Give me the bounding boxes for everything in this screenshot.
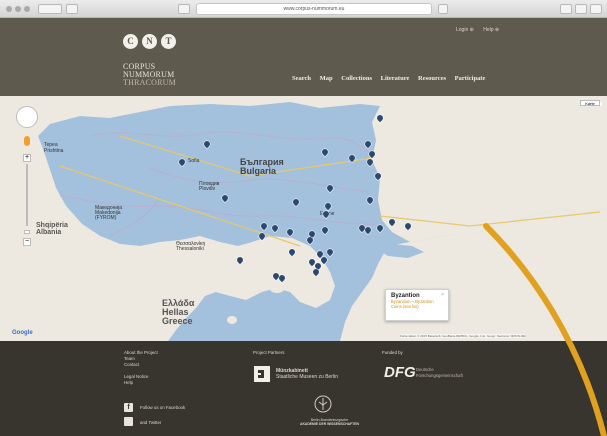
nav-literature[interactable]: Literature bbox=[381, 75, 410, 82]
browser-toolbar: www.corpus-nummorum.eu bbox=[0, 0, 607, 18]
bbaw-emblem-icon bbox=[314, 395, 332, 413]
label-sofia: Sofia bbox=[188, 158, 200, 164]
minimize-window-button[interactable] bbox=[15, 6, 21, 12]
nav-collections[interactable]: Collections bbox=[341, 75, 372, 82]
zoom-slider-handle[interactable] bbox=[24, 230, 30, 234]
map-type-control[interactable]: Karte bbox=[580, 100, 600, 106]
label-greece: Ελλάδα Hellas Greece bbox=[162, 298, 195, 326]
label-bulgaria: България Bulgaria bbox=[240, 157, 284, 176]
new-tab-icon[interactable] bbox=[590, 4, 602, 14]
pan-control[interactable] bbox=[16, 106, 38, 128]
nav-map[interactable]: Map bbox=[320, 75, 333, 82]
reader-icon[interactable] bbox=[178, 4, 190, 14]
share-icon[interactable] bbox=[560, 4, 572, 14]
nav-participate[interactable]: Participate bbox=[455, 75, 486, 82]
dfg-logo[interactable]: DFG bbox=[384, 364, 416, 381]
dfg-text: Deutsche Forschungsgemeinschaft bbox=[416, 367, 463, 379]
muenzkabinett-subtitle: Staatliche Museen zu Berlin bbox=[276, 374, 338, 380]
zoom-out-button[interactable]: − bbox=[23, 238, 31, 246]
nav-search[interactable]: Search bbox=[292, 75, 311, 82]
login-link[interactable]: Login ⊕ bbox=[456, 27, 474, 33]
mint-popup: × Byzantion Byzantium – Byzantion Coins … bbox=[385, 289, 449, 321]
address-bar[interactable]: www.corpus-nummorum.eu bbox=[196, 3, 432, 15]
logo-line-3: THRACORUM bbox=[123, 78, 176, 87]
map-attribution[interactable]: Kartendaten © 2015 Basarsoft, GeoBasis-D… bbox=[400, 334, 526, 338]
map-tiles bbox=[0, 96, 607, 341]
site-header bbox=[0, 18, 607, 96]
zoom-slider-track[interactable] bbox=[26, 164, 28, 226]
muenzkabinett-text: Münzkabinett Staatliche Museen zu Berlin bbox=[276, 368, 338, 380]
popup-link[interactable]: Coins (see list) bbox=[391, 304, 443, 309]
bbaw-line-2: AKADEMIE DER WISSENSCHAFTEN bbox=[300, 422, 359, 426]
street-view-pegman-icon[interactable] bbox=[24, 136, 30, 146]
logo-coin-t[interactable]: T bbox=[161, 34, 176, 49]
dfg-line-2: Forschungsgemeinschaft bbox=[416, 373, 463, 378]
bbaw-logo[interactable]: Berlin-Brandenburgische AKADEMIE DER WIS… bbox=[300, 418, 359, 426]
main-navigation: Search Map Collections Literature Resour… bbox=[292, 75, 492, 82]
tabs-icon[interactable] bbox=[575, 4, 587, 14]
label-albania: Shqipëria Albania bbox=[36, 222, 68, 236]
close-window-button[interactable] bbox=[6, 6, 12, 12]
sidebar-toggle-button[interactable] bbox=[66, 4, 78, 14]
reload-icon[interactable] bbox=[438, 4, 448, 14]
logo-coin-n[interactable]: N bbox=[142, 34, 157, 49]
google-logo: Google bbox=[12, 330, 33, 336]
twitter-link[interactable]: and Twitter bbox=[140, 420, 161, 425]
nav-resources[interactable]: Resources bbox=[418, 75, 446, 82]
zoom-in-button[interactable]: + bbox=[23, 154, 31, 162]
funded-heading: Funded by bbox=[382, 350, 403, 355]
twitter-icon[interactable] bbox=[124, 417, 133, 426]
label-plovdiv: Пловдив Plovdiv bbox=[199, 181, 220, 192]
user-links: Login ⊕ Help ⊕ bbox=[456, 27, 507, 33]
back-forward-buttons[interactable] bbox=[38, 4, 62, 14]
footer-links: About the Project Team Contact Legal Not… bbox=[124, 350, 158, 386]
muenzkabinett-logo[interactable] bbox=[254, 366, 270, 382]
mint-map[interactable]: Tepea Prishtina Македонија Makedonija (FYRO… bbox=[0, 96, 607, 341]
logo-coin-c[interactable]: C bbox=[123, 34, 138, 49]
zoom-window-button[interactable] bbox=[24, 6, 30, 12]
label-serbia: Tepea Prishtina bbox=[44, 142, 64, 154]
help-link[interactable]: Help ⊕ bbox=[483, 27, 499, 33]
site-logo-text[interactable]: CORPUS NUMMORUM THRACORUM bbox=[123, 63, 176, 87]
facebook-link[interactable]: Follow us on Facebook bbox=[140, 405, 185, 410]
label-fyrom: Македонија Makedonija (FYROM) bbox=[95, 205, 123, 221]
facebook-icon[interactable]: f bbox=[124, 403, 133, 412]
close-icon[interactable]: × bbox=[441, 292, 444, 298]
partners-heading: Project Partners bbox=[253, 350, 285, 355]
label-thessaloniki: Θεσσαλονίκη Thessaloniki bbox=[176, 241, 206, 252]
footer-link-help[interactable]: Help bbox=[124, 380, 158, 386]
